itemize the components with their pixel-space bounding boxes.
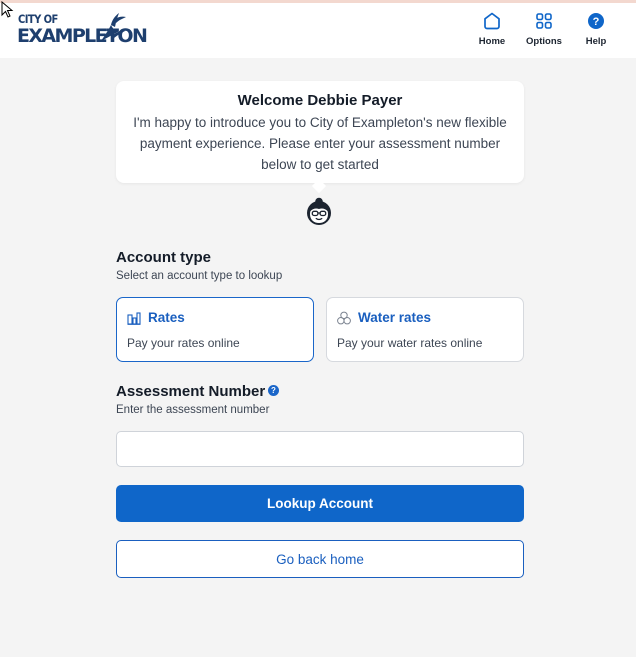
account-option-rates[interactable]: Rates Pay your rates online: [116, 297, 314, 362]
assessment-number-subtitle: Enter the assessment number: [116, 404, 270, 416]
city-logo[interactable]: CITY OF EXAMPLETON: [17, 11, 148, 51]
rates-label: Rates: [148, 310, 185, 325]
svg-text:?: ?: [593, 16, 600, 28]
go-back-home-button[interactable]: Go back home: [116, 540, 524, 578]
assistant-avatar-icon: [307, 197, 331, 225]
building-chart-icon: [127, 311, 141, 325]
water-drops-icon: [337, 311, 351, 324]
birds-logo-icon: [101, 13, 126, 41]
water-rates-description: Pay your water rates online: [337, 336, 483, 350]
nav-help-label: Help: [585, 36, 607, 47]
nav-home[interactable]: Home: [466, 11, 518, 47]
assessment-number-heading: Assessment Number: [116, 383, 266, 400]
welcome-title: Welcome Debbie Payer: [237, 92, 403, 109]
lookup-account-button[interactable]: Lookup Account: [116, 485, 524, 522]
nav-home-label: Home: [478, 36, 506, 47]
assessment-help-icon[interactable]: ?: [268, 385, 279, 396]
rates-description: Pay your rates online: [127, 336, 240, 350]
account-type-heading: Account type: [116, 249, 212, 266]
water-rates-label: Water rates: [358, 310, 432, 325]
home-icon: [484, 12, 500, 30]
welcome-message-card: Welcome Debbie Payer I'm happy to introd…: [116, 81, 524, 183]
account-type-subtitle: Select an account type to lookup: [116, 270, 283, 282]
assessment-number-input[interactable]: [116, 431, 524, 467]
account-option-water-rates[interactable]: Water rates Pay your water rates online: [326, 297, 524, 362]
welcome-message: I'm happy to introduce you to City of Ex…: [133, 115, 507, 172]
nav-options-label: Options: [526, 36, 562, 47]
mouse-cursor-icon: [1, 1, 14, 18]
nav-help[interactable]: ? Help: [570, 11, 622, 47]
grid-icon: [536, 13, 552, 29]
nav-options[interactable]: Options: [518, 11, 570, 47]
top-header: CITY OF EXAMPLETON Home Options ? Help: [0, 3, 636, 58]
top-nav: Home Options ? Help: [466, 11, 622, 47]
help-icon: ?: [588, 13, 604, 29]
